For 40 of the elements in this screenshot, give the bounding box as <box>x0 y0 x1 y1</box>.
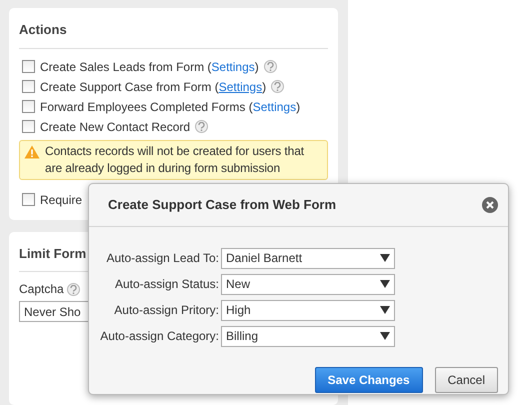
help-icon[interactable] <box>195 120 208 133</box>
cancel-button[interactable]: Cancel <box>434 367 498 393</box>
option-label: Create Support Case from Form (Settings) <box>40 78 266 96</box>
caret-icon <box>380 332 390 340</box>
dropdown-select[interactable]: Billing <box>221 326 395 346</box>
settings-link[interactable]: Settings <box>218 80 262 94</box>
dropdown-value: High <box>226 302 251 319</box>
help-icon[interactable] <box>66 282 80 296</box>
option-label: Create Sales Leads from Form (Settings) <box>40 58 259 76</box>
dropdown-select[interactable]: High <box>221 300 395 320</box>
save-button[interactable]: Save Changes <box>314 367 423 393</box>
caret-icon <box>380 306 390 314</box>
checkbox[interactable] <box>22 60 35 73</box>
checkbox[interactable] <box>22 193 35 206</box>
dropdown-select[interactable]: New <box>221 274 395 294</box>
checkbox[interactable] <box>22 120 35 133</box>
field-label: Auto-assign Status: <box>114 276 219 293</box>
warning-icon <box>24 144 40 158</box>
dropdown-value: Billing <box>226 328 258 345</box>
dropdown-value: Daniel Barnett <box>226 250 302 267</box>
checkbox[interactable] <box>22 100 35 113</box>
dropdown-value: New <box>226 276 250 293</box>
option-label: Require <box>40 192 82 208</box>
field-label: Auto-assign Category: <box>99 328 219 345</box>
dropdown-select[interactable]: Daniel Barnett <box>221 248 395 268</box>
field-label: Captcha <box>19 281 64 298</box>
help-icon[interactable] <box>264 60 277 73</box>
settings-link[interactable]: Settings <box>252 100 296 114</box>
warning-message: Contacts records will not be created for users that are already logged in during form submission <box>45 142 306 176</box>
option-label: Create New Contact Record <box>40 118 190 136</box>
field-label: Auto-assign Lead To: <box>105 250 219 267</box>
help-icon[interactable] <box>271 80 284 93</box>
checkbox[interactable] <box>22 80 35 93</box>
settings-link[interactable]: Settings <box>211 60 255 74</box>
option-label: Forward Employees Completed Forms (Settings) <box>40 98 300 116</box>
close-icon[interactable] <box>482 197 498 213</box>
caret-icon <box>380 254 390 262</box>
caret-icon <box>380 280 390 288</box>
section-title: Actions <box>19 18 328 48</box>
dialog-title: Create Support Case from Web Form <box>108 196 336 214</box>
